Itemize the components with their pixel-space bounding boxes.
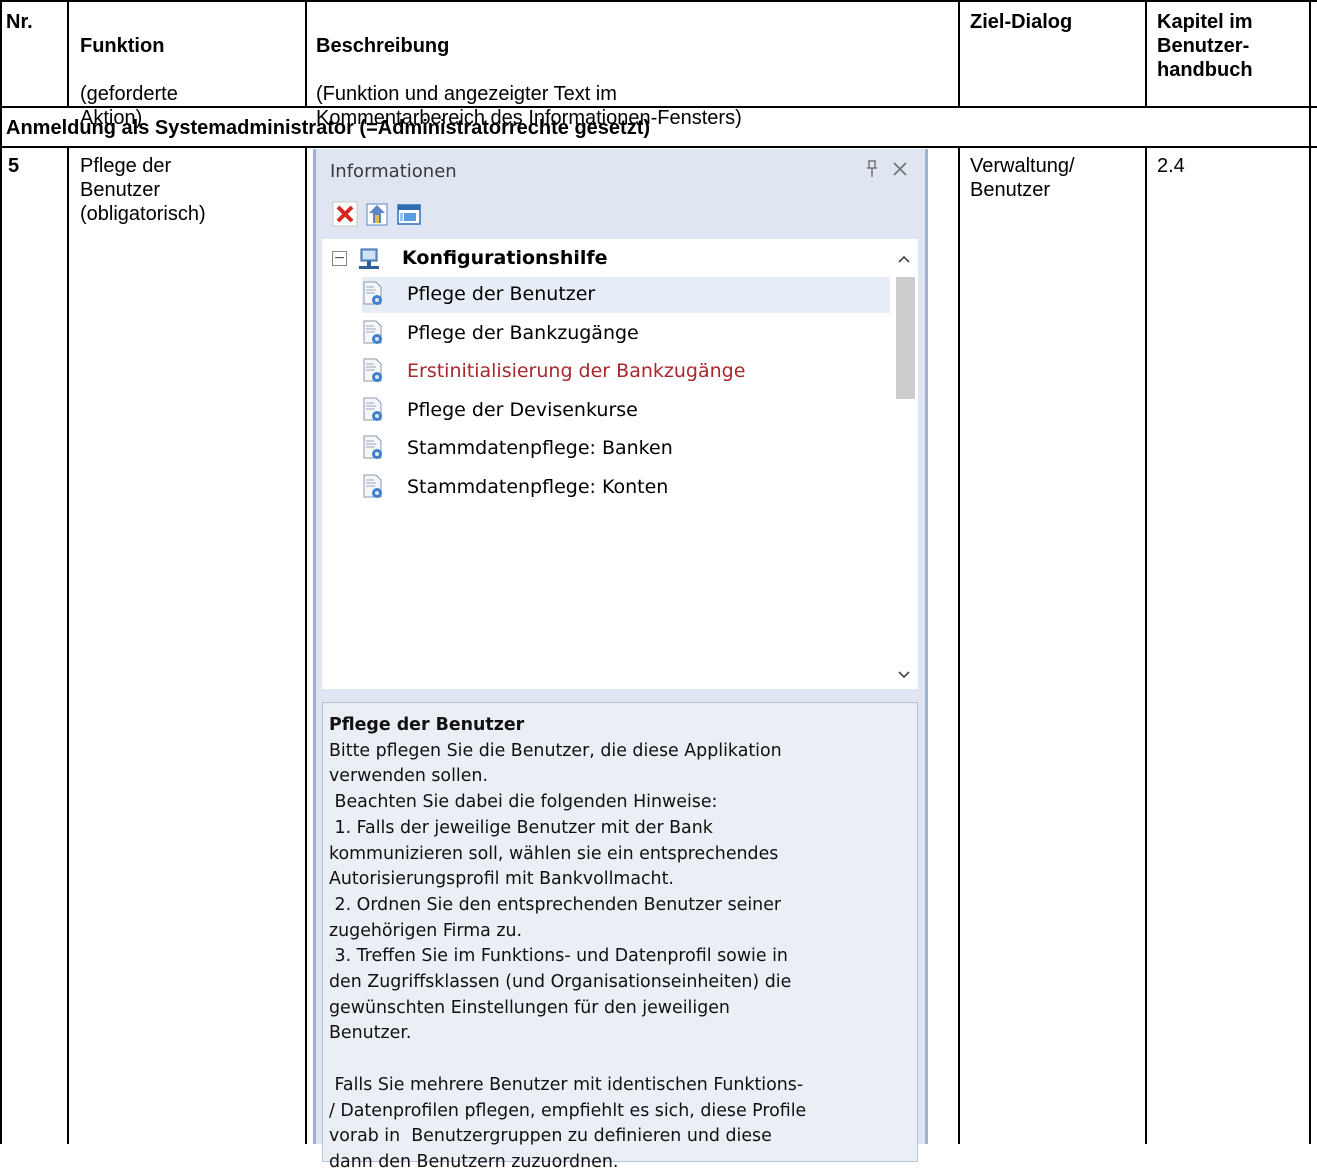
table-border-left <box>0 0 2 1144</box>
row-kapitel: 2.4 <box>1157 155 1185 177</box>
tree-item-label: Pflege der Bankzugänge <box>407 322 639 344</box>
row-ziel-dialog: Verwaltung/ Benutzer <box>970 155 1075 201</box>
col-divider-4 <box>1145 0 1147 106</box>
document-gear-icon <box>362 474 384 500</box>
section-title: Anmeldung als Systemadministrator (=Admi… <box>6 117 651 139</box>
tree-item-label: Stammdatenpflege: Banken <box>407 437 673 459</box>
document-gear-icon <box>362 358 384 384</box>
tree-item-label: Stammdatenpflege: Konten <box>407 476 669 498</box>
description-title: Pflege der Benutzer <box>329 715 525 735</box>
table-border-top <box>0 0 1317 2</box>
document-gear-icon <box>362 435 384 461</box>
tree-item[interactable]: Pflege der Devisenkurse <box>362 393 898 429</box>
tree-item[interactable]: Erstinitialisierung der Bankzugänge <box>362 354 898 390</box>
home-icon[interactable] <box>364 201 390 227</box>
section-divider <box>0 146 1317 148</box>
header-ziel-dialog: Ziel-Dialog <box>970 11 1073 33</box>
document-gear-icon <box>362 320 384 346</box>
scroll-thumb[interactable] <box>896 277 915 399</box>
row-nr: 5 <box>8 155 20 177</box>
tree-item-label: Erstinitialisierung der Bankzugänge <box>407 360 746 382</box>
tree-view: − Konfigurationshilfe Pflege der Benutze… <box>322 239 918 689</box>
tree-item-label: Pflege der Devisenkurse <box>407 399 638 421</box>
delete-icon[interactable] <box>332 201 358 227</box>
col-divider-1b <box>67 146 69 1144</box>
table-border-right <box>1309 0 1311 1144</box>
tree-item[interactable]: Stammdatenpflege: Konten <box>362 470 898 506</box>
header-nr: Nr. <box>6 11 33 33</box>
close-icon[interactable] <box>892 159 908 184</box>
header-kapitel: Kapitel im Benutzer- handbuch <box>1157 11 1253 81</box>
col-divider-2b <box>305 146 307 1144</box>
header-beschreibung-title: Beschreibung <box>316 35 450 57</box>
tree-item[interactable]: Pflege der Bankzugänge <box>362 316 898 352</box>
document-gear-icon <box>362 397 384 423</box>
header-funktion-title: Funktion <box>80 35 165 57</box>
document-gear-icon <box>362 281 384 307</box>
chevron-up-icon[interactable] <box>890 245 918 273</box>
row-funktion: Pflege der Benutzer (obligatorisch) <box>80 155 206 225</box>
description-area: Pflege der Benutzer Bitte pflegen Sie die… <box>322 702 918 1172</box>
col-divider-3b <box>958 146 960 1144</box>
tree-root-label: Konfigurationshilfe <box>402 247 608 269</box>
chevron-down-icon[interactable] <box>890 661 918 689</box>
tree-item-label: Pflege der Benutzer <box>407 283 596 305</box>
tree-item[interactable]: Stammdatenpflege: Banken <box>362 431 898 467</box>
informationen-panel: Informationen − Konfigurationshilfe Pfle… <box>313 149 928 1172</box>
col-divider-2 <box>305 0 307 106</box>
header-beschreibung: Beschreibung (Funktion und angezeigter T… <box>316 10 742 130</box>
pin-icon[interactable] <box>864 159 880 184</box>
collapse-icon[interactable]: − <box>332 251 347 266</box>
col-divider-3 <box>958 0 960 106</box>
window-icon[interactable] <box>396 201 422 227</box>
tree-item[interactable]: Pflege der Benutzer <box>362 277 898 313</box>
col-divider-1 <box>67 0 69 106</box>
network-computer-icon <box>358 247 380 271</box>
header-funktion: Funktion (geforderte Aktion) <box>80 10 178 130</box>
col-divider-4b <box>1145 146 1147 1144</box>
description-body: Bitte pflegen Sie die Benutzer, die dies… <box>329 740 807 1172</box>
vertical-scrollbar[interactable] <box>890 239 918 689</box>
panel-title: Informationen <box>330 161 457 182</box>
